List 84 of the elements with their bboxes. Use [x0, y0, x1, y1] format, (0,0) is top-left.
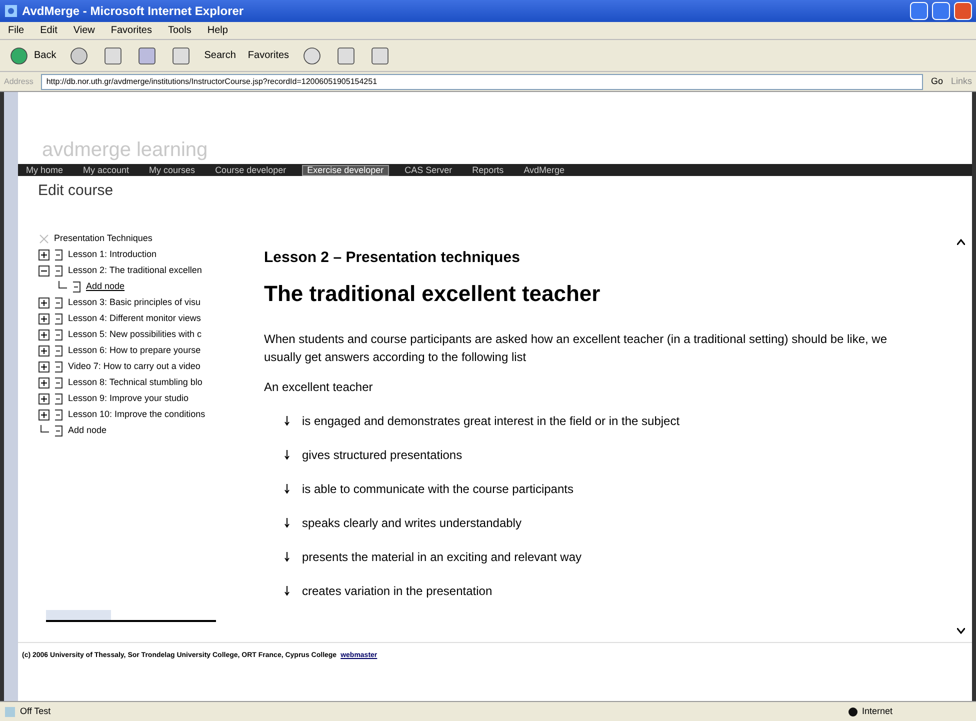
- nav-link[interactable]: Exercise developer: [302, 164, 389, 176]
- tree-root[interactable]: Presentation Techniques: [54, 232, 152, 246]
- list-item: is able to communicate with the course participants: [302, 481, 574, 498]
- zone-text: Internet: [862, 704, 894, 718]
- collapse-icon[interactable]: [38, 264, 50, 276]
- expand-icon[interactable]: [38, 408, 50, 420]
- expand-icon[interactable]: [38, 296, 50, 308]
- scroll-up-icon: [957, 238, 965, 244]
- tree-item[interactable]: Lesson 9: Improve your studio: [68, 392, 189, 406]
- list-item: gives structured presentations: [302, 447, 462, 464]
- tree-item[interactable]: Add node: [86, 280, 125, 294]
- scroll-down-icon: [957, 628, 965, 634]
- document-icon: [54, 296, 64, 308]
- document-icon: [72, 280, 82, 292]
- down-arrow-icon: [284, 484, 290, 494]
- menu-item[interactable]: Help: [207, 23, 228, 38]
- tree-item[interactable]: Lesson 1: Introduction: [68, 248, 157, 262]
- search-button[interactable]: Search: [204, 48, 236, 63]
- expand-icon[interactable]: [38, 328, 50, 340]
- minimize-button[interactable]: [910, 2, 928, 20]
- expand-icon[interactable]: [38, 376, 50, 388]
- nav-link[interactable]: AvdMerge: [520, 166, 569, 174]
- menu-item[interactable]: Tools: [168, 23, 192, 38]
- nav-link[interactable]: My courses: [145, 166, 200, 174]
- list-item: presents the material in an exciting and relevant way: [302, 549, 582, 566]
- status-text: Off Test: [20, 704, 52, 718]
- maximize-button[interactable]: [932, 2, 950, 20]
- document-icon: [54, 328, 64, 340]
- tree-item[interactable]: Lesson 8: Technical stumbling blo: [68, 376, 202, 390]
- tree-item[interactable]: Lesson 4: Different monitor views: [68, 312, 201, 326]
- down-arrow-icon: [284, 518, 290, 528]
- tree-item[interactable]: Video 7: How to carry out a video: [68, 360, 200, 374]
- nav-link[interactable]: Reports: [468, 166, 508, 174]
- intro-paragraph: When students and course participants are asked how an excellent teacher (in a traditional setting) should be like, we usually get answers according to the following list: [264, 331, 888, 366]
- address-label: Address: [4, 76, 34, 88]
- menu-item[interactable]: Edit: [40, 23, 58, 38]
- expand-icon[interactable]: [38, 392, 50, 404]
- document-icon: [54, 424, 64, 436]
- nav-link[interactable]: My home: [22, 166, 68, 174]
- lesson-subtitle: Lesson 2 – Presentation techniques: [264, 248, 521, 268]
- expand-icon[interactable]: [38, 360, 50, 372]
- tree-item[interactable]: Lesson 3: Basic principles of visu: [68, 296, 201, 310]
- nav-link[interactable]: Course developer: [211, 166, 290, 174]
- down-arrow-icon: [284, 416, 290, 426]
- document-icon: [54, 392, 64, 404]
- document-icon: [54, 360, 64, 372]
- tree-root-icon: [38, 232, 50, 244]
- document-icon: [54, 376, 64, 388]
- list-lead: An excellent teacher: [264, 379, 374, 396]
- slider-track[interactable]: [46, 610, 216, 622]
- list-item: is engaged and demonstrates great interest in the field or in the subject: [302, 413, 680, 430]
- close-button[interactable]: [954, 2, 972, 20]
- tree-item[interactable]: Lesson 6: How to prepare yourse: [68, 344, 201, 358]
- back-button[interactable]: Back: [8, 44, 56, 66]
- list-item: speaks clearly and writes understandably: [302, 515, 522, 532]
- down-arrow-icon: [284, 552, 290, 562]
- favorites-button[interactable]: Favorites: [248, 48, 290, 63]
- lesson-heading: The traditional excellent teacher: [264, 280, 602, 308]
- expand-icon[interactable]: [38, 344, 50, 356]
- document-icon: [54, 344, 64, 356]
- window-title: AvdMerge - Microsoft Internet Explorer: [22, 3, 245, 20]
- menu-item[interactable]: Favorites: [110, 23, 152, 38]
- document-icon: [54, 248, 64, 260]
- go-button[interactable]: Go: [930, 74, 943, 88]
- down-arrow-icon: [284, 586, 290, 596]
- nav-link[interactable]: CAS Server: [400, 166, 456, 174]
- document-icon: [54, 408, 64, 420]
- expand-icon[interactable]: [38, 248, 50, 260]
- page-icon: [4, 706, 16, 718]
- tree-item[interactable]: Add node: [68, 424, 107, 438]
- tree-item[interactable]: Lesson 10: Improve the conditions: [68, 408, 206, 422]
- tree-item[interactable]: Lesson 5: New possibilities with c: [68, 328, 202, 342]
- document-icon: [54, 264, 64, 276]
- page-title: Edit course: [37, 181, 114, 201]
- document-icon: [54, 312, 64, 324]
- expand-icon[interactable]: [38, 312, 50, 324]
- nav-link[interactable]: My account: [79, 166, 134, 174]
- browser-icon: [4, 4, 18, 18]
- address-field[interactable]: http://db.nor.uth.gr/avdmerge/institutions/InstructorCourse.jsp?recordId=12006051905154251: [41, 74, 923, 90]
- list-item: creates variation in the presentation: [302, 583, 492, 600]
- menu-item[interactable]: View: [73, 23, 95, 38]
- menu-item[interactable]: File: [8, 23, 24, 38]
- down-arrow-icon: [284, 450, 290, 460]
- tree-item[interactable]: Lesson 2: The traditional excellen: [68, 264, 202, 278]
